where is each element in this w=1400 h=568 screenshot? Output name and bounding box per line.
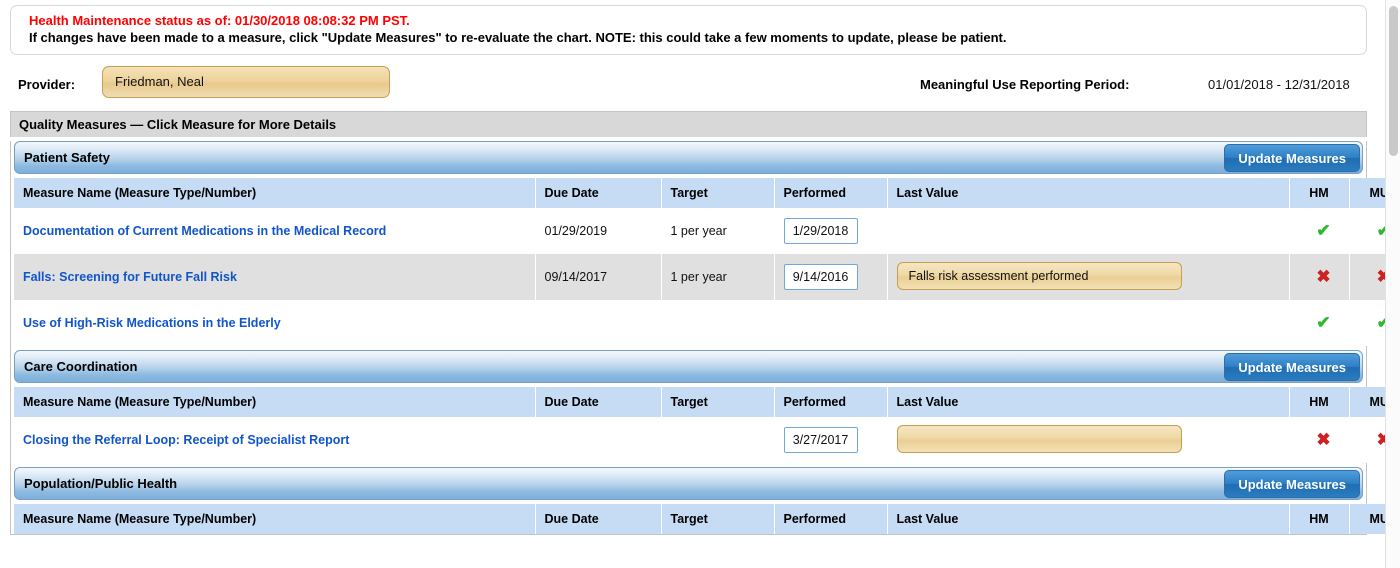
col-mu: MU — [1349, 504, 1385, 534]
measure-name-cell: Use of High-Risk Medications in the Elde… — [14, 300, 535, 346]
section-title: Patient Safety — [24, 150, 110, 165]
last-value-cell — [887, 208, 1289, 254]
performed-cell: 3/27/2017 — [774, 417, 887, 463]
update-measures-button[interactable]: Update Measures — [1224, 144, 1360, 172]
col-measure-name: Measure Name (Measure Type/Number) — [14, 504, 535, 534]
col-performed: Performed — [774, 387, 887, 417]
target-cell: 1 per year — [661, 254, 774, 300]
performed-date-input[interactable]: 3/27/2017 — [784, 427, 858, 453]
table-row: Falls: Screening for Future Fall Risk 09… — [14, 254, 1385, 300]
section-header-population-public-health: Population/Public Health Update Measures — [14, 467, 1363, 500]
hm-cell: ✔ — [1289, 208, 1349, 254]
provider-field[interactable]: Friedman, Neal — [102, 66, 390, 98]
col-measure-name: Measure Name (Measure Type/Number) — [14, 387, 535, 417]
measure-link[interactable]: Falls: Screening for Future Fall Risk — [23, 270, 237, 284]
reporting-period-label: Meaningful Use Reporting Period: — [920, 77, 1129, 92]
measure-link[interactable]: Use of High-Risk Medications in the Elde… — [23, 316, 281, 330]
col-last-value: Last Value — [887, 504, 1289, 534]
mu-cross-icon: ✖ — [1359, 254, 1386, 300]
target-cell: 1 per year — [661, 208, 774, 254]
col-target: Target — [661, 387, 774, 417]
table-header-row: Measure Name (Measure Type/Number) Due D… — [14, 387, 1385, 417]
last-value-cell — [887, 300, 1289, 346]
measure-link[interactable]: Documentation of Current Medications in … — [23, 224, 386, 238]
hm-cell: ✔ — [1289, 300, 1349, 346]
status-timestamp-text: Health Maintenance status as of: 01/30/2… — [29, 12, 1356, 29]
due-date-cell: 01/29/2019 — [535, 208, 661, 254]
provider-row: Provider: Friedman, Neal Meaningful Use … — [10, 63, 1367, 111]
table-row: Use of High-Risk Medications in the Elde… — [14, 300, 1385, 346]
health-maintenance-page: Health Maintenance status as of: 01/30/2… — [0, 0, 1400, 568]
target-cell — [661, 300, 774, 346]
measure-name-cell: Documentation of Current Medications in … — [14, 208, 535, 254]
col-due-date: Due Date — [535, 387, 661, 417]
page-content: Health Maintenance status as of: 01/30/2… — [0, 0, 1385, 568]
hm-check-icon: ✔ — [1299, 300, 1349, 346]
mu-cross-icon: ✖ — [1359, 417, 1386, 463]
measure-link[interactable]: Closing the Referral Loop: Receipt of Sp… — [23, 433, 349, 447]
hm-cell: ✖ — [1289, 417, 1349, 463]
quality-measures-panel: Patient Safety Update Measures Measure N… — [10, 141, 1367, 535]
mu-cell: ✖ — [1349, 254, 1385, 300]
col-performed: Performed — [774, 178, 887, 208]
update-measures-button[interactable]: Update Measures — [1224, 353, 1360, 381]
last-value-field[interactable]: Falls risk assessment performed — [897, 262, 1182, 290]
last-value-cell: Falls risk assessment performed — [887, 254, 1289, 300]
update-measures-button[interactable]: Update Measures — [1224, 470, 1360, 498]
performed-date-input[interactable]: 9/14/2016 — [784, 264, 858, 290]
mu-check-icon: ✔ — [1359, 208, 1386, 254]
hm-check-icon: ✔ — [1299, 208, 1349, 254]
table-row: Documentation of Current Medications in … — [14, 208, 1385, 254]
mu-check-icon: ✔ — [1359, 300, 1386, 346]
table-header-row: Measure Name (Measure Type/Number) Due D… — [14, 178, 1385, 208]
hm-cell: ✖ — [1289, 254, 1349, 300]
col-hm: HM — [1289, 504, 1349, 534]
measures-table-care-coordination: Measure Name (Measure Type/Number) Due D… — [14, 387, 1385, 463]
section-header-patient-safety: Patient Safety Update Measures — [14, 141, 1363, 174]
performed-cell: 1/29/2018 — [774, 208, 887, 254]
measures-table-population-public-health: Measure Name (Measure Type/Number) Due D… — [14, 504, 1385, 534]
last-value-field[interactable] — [897, 425, 1182, 453]
status-instructions-text: If changes have been made to a measure, … — [29, 29, 1356, 46]
col-hm: HM — [1289, 387, 1349, 417]
performed-cell — [774, 300, 887, 346]
section-header-care-coordination: Care Coordination Update Measures — [14, 350, 1363, 383]
performed-date-input[interactable]: 1/29/2018 — [784, 218, 858, 244]
due-date-cell: 09/14/2017 — [535, 254, 661, 300]
col-mu: MU — [1349, 387, 1385, 417]
col-target: Target — [661, 178, 774, 208]
measure-name-cell: Closing the Referral Loop: Receipt of Sp… — [14, 417, 535, 463]
quality-measures-title: Quality Measures — Click Measure for Mor… — [10, 111, 1367, 137]
mu-cell: ✔ — [1349, 208, 1385, 254]
due-date-cell — [535, 300, 661, 346]
mu-cell: ✖ — [1349, 417, 1385, 463]
col-measure-name: Measure Name (Measure Type/Number) — [14, 178, 535, 208]
section-title: Population/Public Health — [24, 476, 177, 491]
mu-cell: ✔ — [1349, 300, 1385, 346]
table-row: Closing the Referral Loop: Receipt of Sp… — [14, 417, 1385, 463]
provider-label: Provider: — [18, 77, 75, 92]
reporting-period-value: 01/01/2018 - 12/31/2018 — [1208, 77, 1350, 92]
col-performed: Performed — [774, 504, 887, 534]
page-scrollbar[interactable] — [1385, 0, 1400, 568]
col-last-value: Last Value — [887, 178, 1289, 208]
performed-cell: 9/14/2016 — [774, 254, 887, 300]
measure-name-cell: Falls: Screening for Future Fall Risk — [14, 254, 535, 300]
table-header-row: Measure Name (Measure Type/Number) Due D… — [14, 504, 1385, 534]
hm-cross-icon: ✖ — [1299, 417, 1349, 463]
col-hm: HM — [1289, 178, 1349, 208]
hm-cross-icon: ✖ — [1299, 254, 1349, 300]
measures-table-patient-safety: Measure Name (Measure Type/Number) Due D… — [14, 178, 1385, 346]
last-value-cell — [887, 417, 1289, 463]
col-due-date: Due Date — [535, 504, 661, 534]
target-cell — [661, 417, 774, 463]
col-last-value: Last Value — [887, 387, 1289, 417]
col-mu: MU — [1349, 178, 1385, 208]
scrollbar-thumb[interactable] — [1389, 6, 1398, 156]
col-target: Target — [661, 504, 774, 534]
section-title: Care Coordination — [24, 359, 137, 374]
status-alert-banner: Health Maintenance status as of: 01/30/2… — [10, 5, 1367, 55]
col-due-date: Due Date — [535, 178, 661, 208]
due-date-cell — [535, 417, 661, 463]
